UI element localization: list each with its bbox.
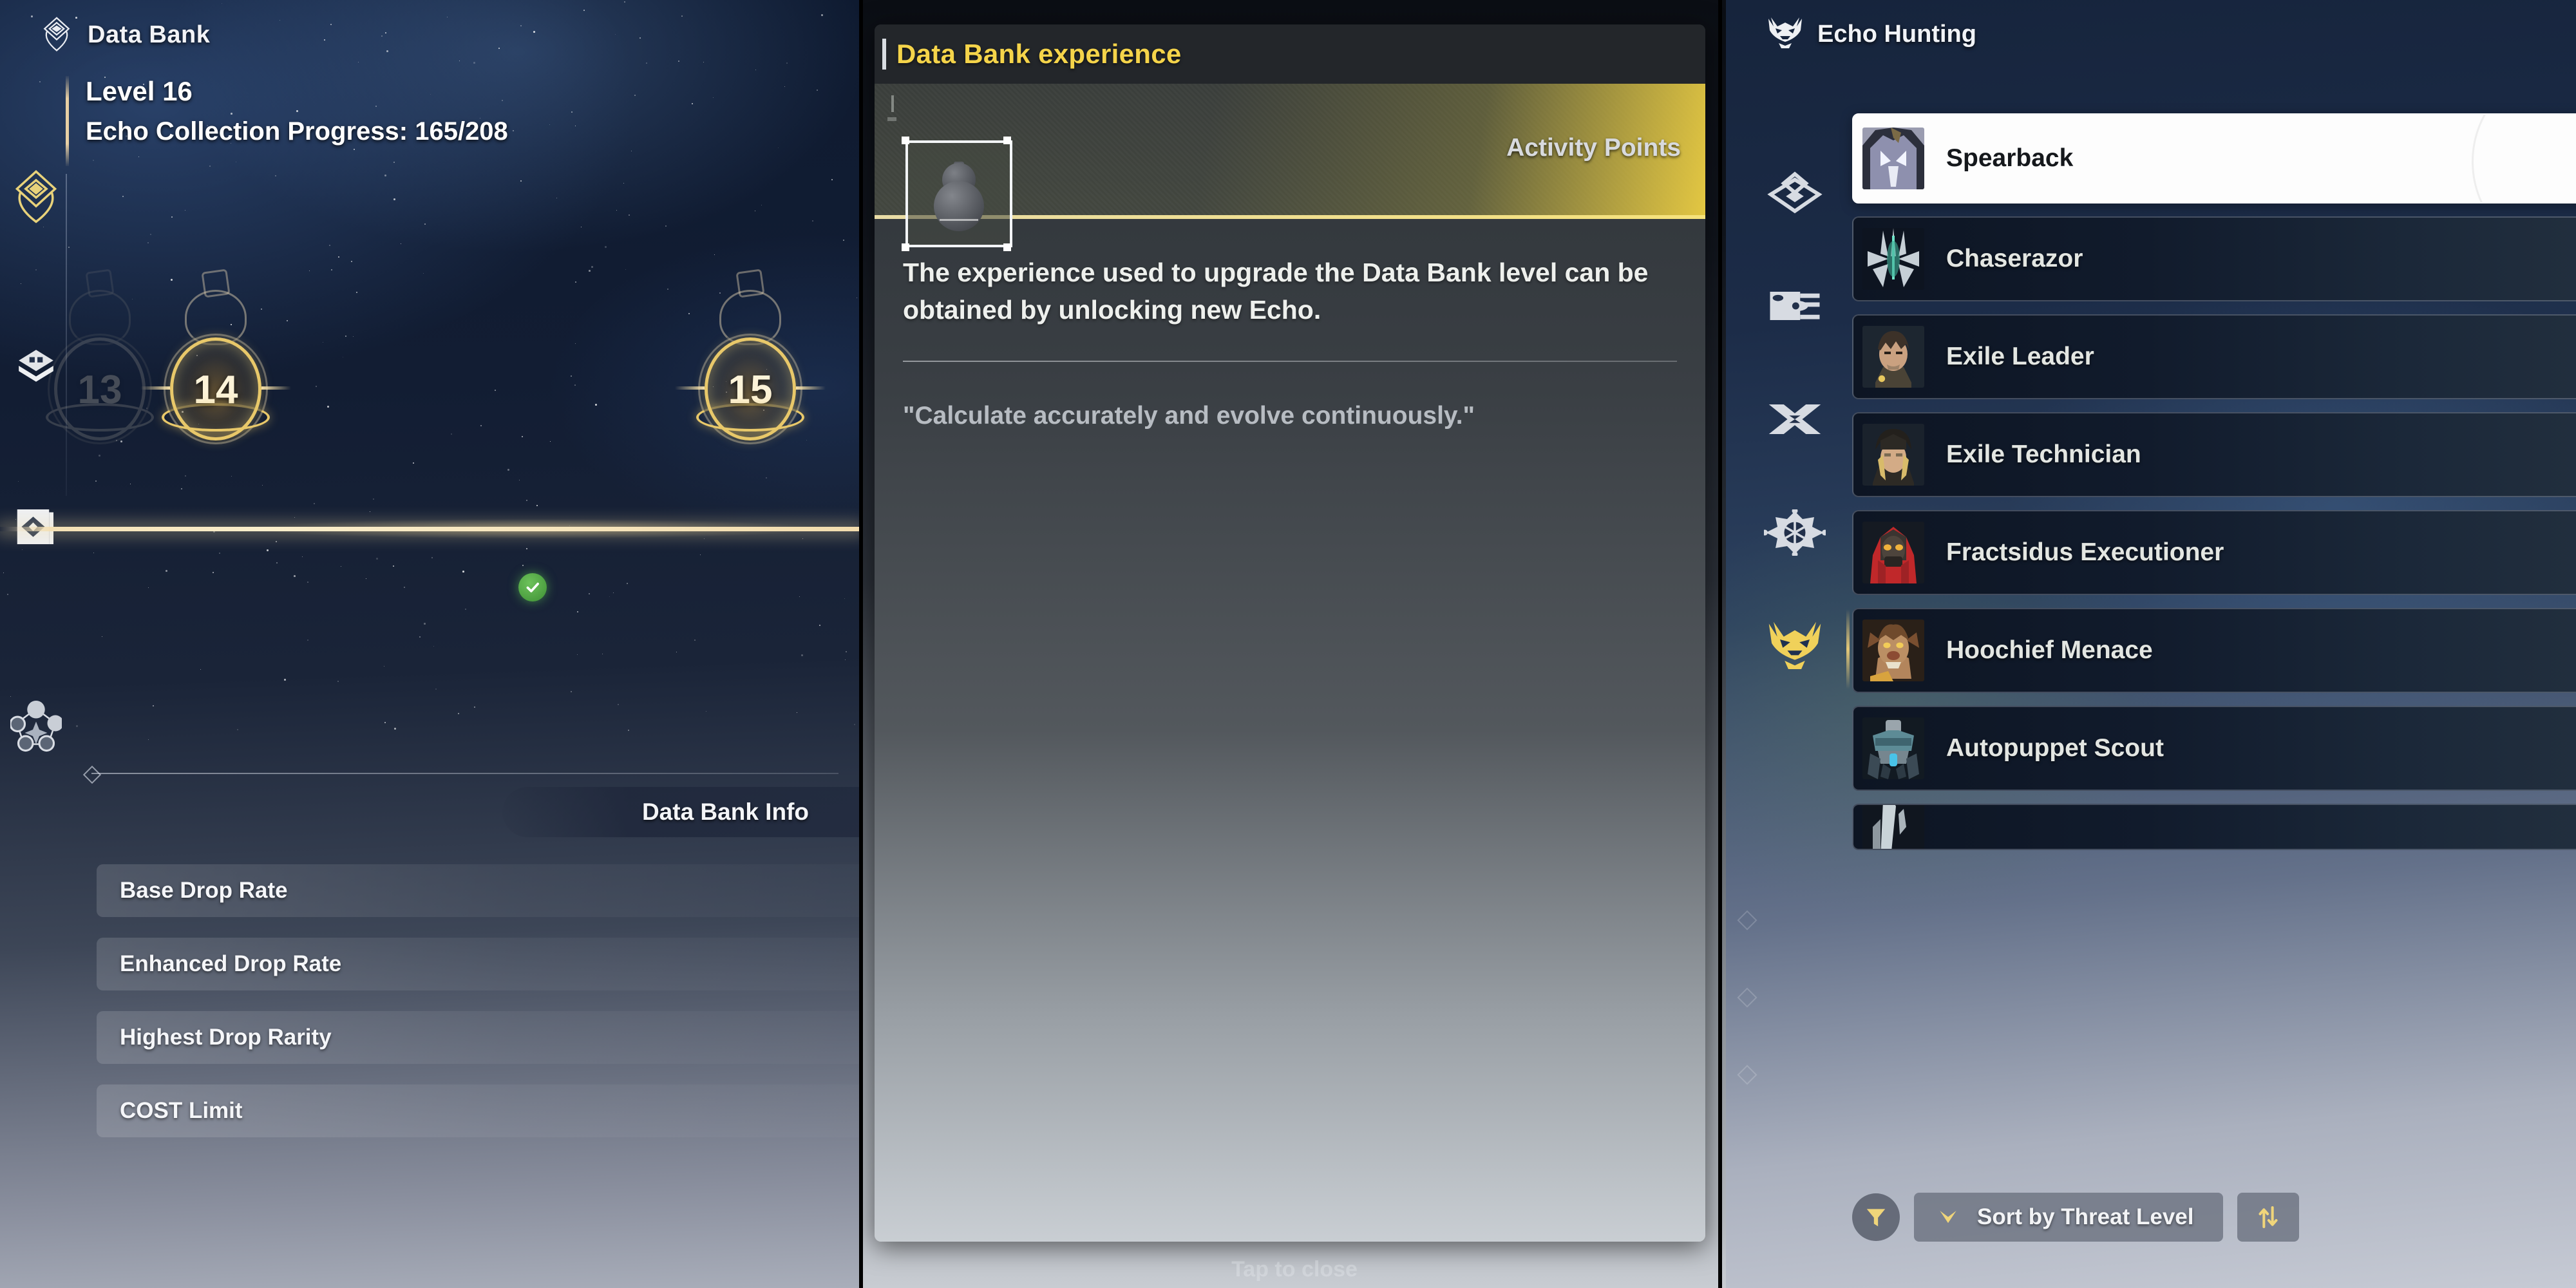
echo-name: Autopuppet Scout [1946,734,2164,762]
stat-row-enhanced-drop-rate[interactable]: Enhanced Drop Rate [97,938,863,990]
stat-label: COST Limit [120,1098,243,1124]
stat-label: Base Drop Rate [120,878,288,904]
stat-label: Enhanced Drop Rate [120,951,341,977]
activity-points-label: Activity Points [1506,134,1681,162]
rail-item-sonata-set[interactable] [5,696,67,757]
echo-avatar [1862,424,1924,486]
chevron-down-icon [1936,1204,1960,1231]
echo-hunting-header: Echo Hunting [1765,15,1976,53]
game-ui-screen: Data Bank Level 16 Echo Collection Progr… [0,0,2576,1288]
stat-row-base-drop-rate[interactable]: Base Drop Rate [97,864,863,917]
stat-row-cost-limit[interactable]: COST Limit [97,1084,863,1137]
echo-list-item-fractsidus-executioner[interactable]: Fractsidus Executioner [1852,510,2576,595]
echo-list-item-autopuppet-scout[interactable]: Autopuppet Scout [1852,706,2576,791]
stat-row-highest-drop-rarity[interactable]: Highest Drop Rarity [97,1011,863,1064]
echo-avatar [1862,804,1924,850]
echo-list-item-chaserazor[interactable]: Chaserazor [1852,216,2576,301]
sort-order-arrows-icon[interactable] [2237,1193,2299,1242]
tooltip-footer-hint: Tap to close [863,1257,1726,1282]
sort-dropdown-button[interactable]: Sort by Threat Level [1914,1193,2223,1242]
echo-name: Chaserazor [1946,245,2083,273]
hero-tick-decoration [891,95,894,112]
echo-name: Spearback [1946,144,2073,173]
rail-item-echo-emblem[interactable] [5,165,67,227]
echo-avatar [1862,228,1924,290]
hero-tick-decoration-2 [887,117,896,121]
data-bank-info-label: Data Bank Info [642,799,809,826]
stat-label: Highest Drop Rarity [120,1025,332,1050]
tooltip-title-accent [882,39,886,70]
echo-list-toolbar: Sort by Threat Level [1852,1193,2299,1242]
tooltip-title: Data Bank experience [896,39,1182,70]
echo-avatar [1862,620,1924,681]
item-icon-slot[interactable] [905,140,1012,247]
funnel-icon[interactable] [1852,1193,1900,1241]
echo-list-item-partial[interactable] [1852,804,2576,850]
echo-avatar [1862,717,1924,779]
category-cross-echo[interactable] [1759,388,1830,451]
data-bank-info-tab[interactable]: Data Bank Info [502,787,863,837]
echo-hunting-panel: Echo Hunting Spearback Chaserazor Exile … [1726,0,2576,1288]
tooltip-body: The experience used to upgrade the Data … [875,219,1705,434]
check-circle-icon [518,573,547,601]
echo-name: Exile Technician [1946,440,2141,469]
tooltip-divider [903,361,1677,362]
tooltip-flavor-text: "Calculate accurately and evolve continu… [903,398,1677,433]
echo-list: Spearback Chaserazor Exile Leader Exile … [1852,113,2576,863]
echo-avatar [1862,522,1924,583]
level-node-14[interactable]: 14 [132,290,299,410]
level-accent-bar [66,76,69,166]
echo-name: Exile Leader [1946,343,2094,371]
sort-label: Sort by Threat Level [1977,1204,2193,1230]
category-beast-head-echo[interactable] [1759,614,1830,677]
gourd-item-icon [931,156,987,231]
echo-collection-progress-label: Echo Collection Progress: 165/208 [86,117,508,146]
echo-name: Hoochief Menace [1946,636,2153,665]
echo-avatar [1862,128,1924,189]
echo-hunting-title: Echo Hunting [1817,21,1976,48]
echo-list-item-exile-technician[interactable]: Exile Technician [1852,412,2576,497]
echo-list-item-spearback[interactable]: Spearback [1852,113,2576,204]
decorative-diamond [1737,910,1757,930]
tooltip-description: The experience used to upgrade the Data … [903,254,1677,328]
progress-track [0,527,863,531]
category-gear-star-echo[interactable] [1759,501,1830,564]
data-bank-panel: Data Bank Level 16 Echo Collection Progr… [0,0,863,1288]
echo-avatar [1862,326,1924,388]
panel-separator-left [859,0,863,1288]
level-label: Level 16 [86,76,508,107]
category-card-echo[interactable] [1759,274,1830,337]
tooltip-hero-banner: Activity Points [875,84,1705,219]
beast-head-icon [1765,15,1806,53]
echo-category-rail [1759,161,1830,728]
data-bank-title: Data Bank [88,21,210,49]
section-divider [91,773,838,774]
item-tooltip-panel: Data Bank experience Activity Points The… [863,0,1726,1288]
echo-list-item-exile-leader[interactable]: Exile Leader [1852,314,2576,399]
decorative-diamond [1737,987,1757,1007]
level-node-15[interactable]: 15 [667,290,834,410]
tooltip-header: Data Bank experience [875,24,1705,84]
category-diamond-echo[interactable] [1759,161,1830,224]
data-bank-level-block: Level 16 Echo Collection Progress: 165/2… [66,76,508,166]
echo-name: Fractsidus Executioner [1946,538,2224,567]
panel-separator-right [1718,0,1722,1288]
decorative-diamond [1737,1065,1757,1084]
item-tooltip-card: Data Bank experience Activity Points The… [875,24,1705,1242]
echo-list-item-hoochief-menace[interactable]: Hoochief Menace [1852,608,2576,693]
